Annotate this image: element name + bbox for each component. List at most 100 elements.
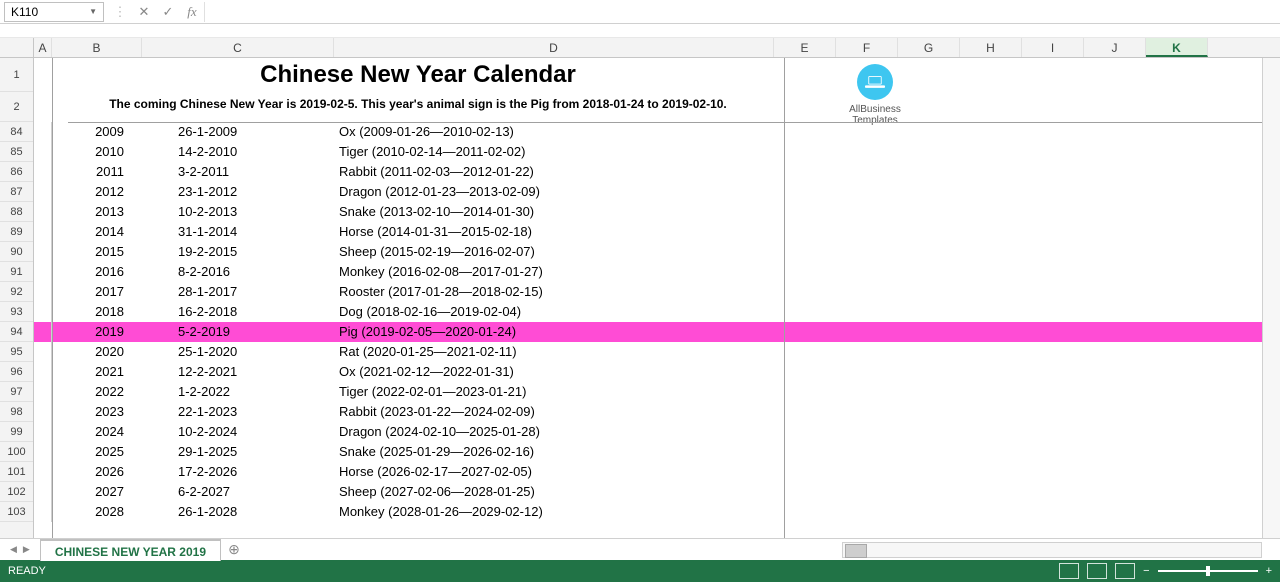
cell-year[interactable]: 2009 bbox=[52, 122, 142, 142]
row-header[interactable]: 90 bbox=[0, 242, 33, 262]
row-header[interactable]: 87 bbox=[0, 182, 33, 202]
cell-sign[interactable]: Rat (2020-01-25—2021-02-11) bbox=[334, 342, 774, 362]
table-row[interactable]: 202826-1-2028Monkey (2028-01-26—2029-02-… bbox=[34, 502, 1280, 522]
cell-sign[interactable]: Tiger (2022-02-01—2023-01-21) bbox=[334, 382, 774, 402]
table-row[interactable]: 20221-2-2022Tiger (2022-02-01—2023-01-21… bbox=[34, 382, 1280, 402]
cell-year[interactable]: 2023 bbox=[52, 402, 142, 422]
cell-date[interactable]: 10-2-2024 bbox=[142, 422, 334, 442]
cell-empty[interactable] bbox=[774, 202, 1280, 222]
cell-sign[interactable]: Tiger (2010-02-14—2011-02-02) bbox=[334, 142, 774, 162]
row-header[interactable]: 101 bbox=[0, 462, 33, 482]
cell-A[interactable] bbox=[34, 442, 52, 462]
page-layout-view-icon[interactable] bbox=[1087, 563, 1107, 579]
cell-year[interactable]: 2015 bbox=[52, 242, 142, 262]
row-header[interactable]: 94 bbox=[0, 322, 33, 342]
accept-formula-icon[interactable]: ✓ bbox=[156, 4, 180, 20]
cell-empty[interactable] bbox=[774, 222, 1280, 242]
table-row[interactable]: 202025-1-2020Rat (2020-01-25—2021-02-11) bbox=[34, 342, 1280, 362]
cell-empty[interactable] bbox=[774, 162, 1280, 182]
table-row[interactable]: 20113-2-2011Rabbit (2011-02-03—2012-01-2… bbox=[34, 162, 1280, 182]
cell-A[interactable] bbox=[34, 162, 52, 182]
zoom-out-icon[interactable]: − bbox=[1143, 565, 1149, 577]
cell-sign[interactable]: Snake (2013-02-10—2014-01-30) bbox=[334, 202, 774, 222]
column-header-I[interactable]: I bbox=[1022, 38, 1084, 57]
logo-block[interactable]: AllBusiness Templates bbox=[840, 64, 910, 126]
cell-empty[interactable] bbox=[774, 482, 1280, 502]
cell-sign[interactable]: Snake (2025-01-29—2026-02-16) bbox=[334, 442, 774, 462]
zoom-slider[interactable] bbox=[1158, 570, 1258, 572]
row-header[interactable]: 88 bbox=[0, 202, 33, 222]
cell-date[interactable]: 8-2-2016 bbox=[142, 262, 334, 282]
select-all-corner[interactable] bbox=[0, 38, 34, 57]
cell-A[interactable] bbox=[34, 382, 52, 402]
cell-date[interactable]: 31-1-2014 bbox=[142, 222, 334, 242]
column-header-F[interactable]: F bbox=[836, 38, 898, 57]
row-header[interactable]: 96 bbox=[0, 362, 33, 382]
cell-A[interactable] bbox=[34, 282, 52, 302]
cell-year[interactable]: 2020 bbox=[52, 342, 142, 362]
cell-sign[interactable]: Dragon (2024-02-10—2025-01-28) bbox=[334, 422, 774, 442]
cell-A[interactable] bbox=[34, 462, 52, 482]
table-row[interactable]: 201519-2-2015Sheep (2015-02-19—2016-02-0… bbox=[34, 242, 1280, 262]
cell-sign[interactable]: Monkey (2028-01-26—2029-02-12) bbox=[334, 502, 774, 522]
cell-A[interactable] bbox=[34, 502, 52, 522]
cell-A[interactable] bbox=[34, 322, 52, 342]
cell-sign[interactable]: Ox (2021-02-12—2022-01-31) bbox=[334, 362, 774, 382]
tab-nav[interactable]: ◀ ▶ bbox=[0, 544, 40, 555]
cell-A[interactable] bbox=[34, 262, 52, 282]
table-row[interactable]: 201728-1-2017Rooster (2017-01-28—2018-02… bbox=[34, 282, 1280, 302]
cell-date[interactable]: 26-1-2009 bbox=[142, 122, 334, 142]
table-row[interactable]: 202322-1-2023Rabbit (2023-01-22—2024-02-… bbox=[34, 402, 1280, 422]
cell-A[interactable] bbox=[34, 362, 52, 382]
cell-year[interactable]: 2011 bbox=[52, 162, 142, 182]
row-header[interactable]: 84 bbox=[0, 122, 33, 142]
add-sheet-button[interactable]: ⊕ bbox=[221, 541, 247, 558]
cell-A[interactable] bbox=[34, 122, 52, 142]
column-header-G[interactable]: G bbox=[898, 38, 960, 57]
table-row[interactable]: 202617-2-2026Horse (2026-02-17—2027-02-0… bbox=[34, 462, 1280, 482]
cell-date[interactable]: 14-2-2010 bbox=[142, 142, 334, 162]
row-header[interactable]: 91 bbox=[0, 262, 33, 282]
table-row[interactable]: 20195-2-2019Pig (2019-02-05—2020-01-24) bbox=[34, 322, 1280, 342]
row-header[interactable]: 95 bbox=[0, 342, 33, 362]
cell-date[interactable]: 5-2-2019 bbox=[142, 322, 334, 342]
table-row[interactable]: 20168-2-2016Monkey (2016-02-08—2017-01-2… bbox=[34, 262, 1280, 282]
row-header[interactable]: 89 bbox=[0, 222, 33, 242]
table-row[interactable]: 201014-2-2010Tiger (2010-02-14—2011-02-0… bbox=[34, 142, 1280, 162]
cell-date[interactable]: 22-1-2023 bbox=[142, 402, 334, 422]
cell-year[interactable]: 2018 bbox=[52, 302, 142, 322]
cell-year[interactable]: 2026 bbox=[52, 462, 142, 482]
cell-year[interactable]: 2013 bbox=[52, 202, 142, 222]
cell-empty[interactable] bbox=[774, 302, 1280, 322]
cell-sign[interactable]: Rabbit (2023-01-22—2024-02-09) bbox=[334, 402, 774, 422]
cell-date[interactable]: 26-1-2028 bbox=[142, 502, 334, 522]
cell-year[interactable]: 2022 bbox=[52, 382, 142, 402]
cell-A[interactable] bbox=[34, 142, 52, 162]
row-header[interactable]: 102 bbox=[0, 482, 33, 502]
cell-empty[interactable] bbox=[774, 462, 1280, 482]
cell-empty[interactable] bbox=[774, 182, 1280, 202]
cell-A[interactable] bbox=[34, 222, 52, 242]
column-header-A[interactable]: A bbox=[34, 38, 52, 57]
row-header[interactable]: 97 bbox=[0, 382, 33, 402]
cell-A[interactable] bbox=[34, 422, 52, 442]
page-break-view-icon[interactable] bbox=[1115, 563, 1135, 579]
cell-year[interactable]: 2017 bbox=[52, 282, 142, 302]
cell-date[interactable]: 19-2-2015 bbox=[142, 242, 334, 262]
cell-date[interactable]: 17-2-2026 bbox=[142, 462, 334, 482]
row-header[interactable]: 92 bbox=[0, 282, 33, 302]
cell-year[interactable]: 2024 bbox=[52, 422, 142, 442]
cell-empty[interactable] bbox=[774, 402, 1280, 422]
cell-A[interactable] bbox=[34, 202, 52, 222]
cell-A[interactable] bbox=[34, 242, 52, 262]
table-row[interactable]: 202529-1-2025Snake (2025-01-29—2026-02-1… bbox=[34, 442, 1280, 462]
cell-sign[interactable]: Rooster (2017-01-28—2018-02-15) bbox=[334, 282, 774, 302]
table-row[interactable]: 201223-1-2012Dragon (2012-01-23—2013-02-… bbox=[34, 182, 1280, 202]
table-row[interactable]: 201310-2-2013Snake (2013-02-10—2014-01-3… bbox=[34, 202, 1280, 222]
cells[interactable]: Chinese New Year Calendar The coming Chi… bbox=[34, 58, 1280, 538]
cell-date[interactable]: 28-1-2017 bbox=[142, 282, 334, 302]
row-header[interactable]: 86 bbox=[0, 162, 33, 182]
cell-date[interactable]: 29-1-2025 bbox=[142, 442, 334, 462]
cell-sign[interactable]: Ox (2009-01-26—2010-02-13) bbox=[334, 122, 774, 142]
cell-sign[interactable]: Pig (2019-02-05—2020-01-24) bbox=[334, 322, 774, 342]
